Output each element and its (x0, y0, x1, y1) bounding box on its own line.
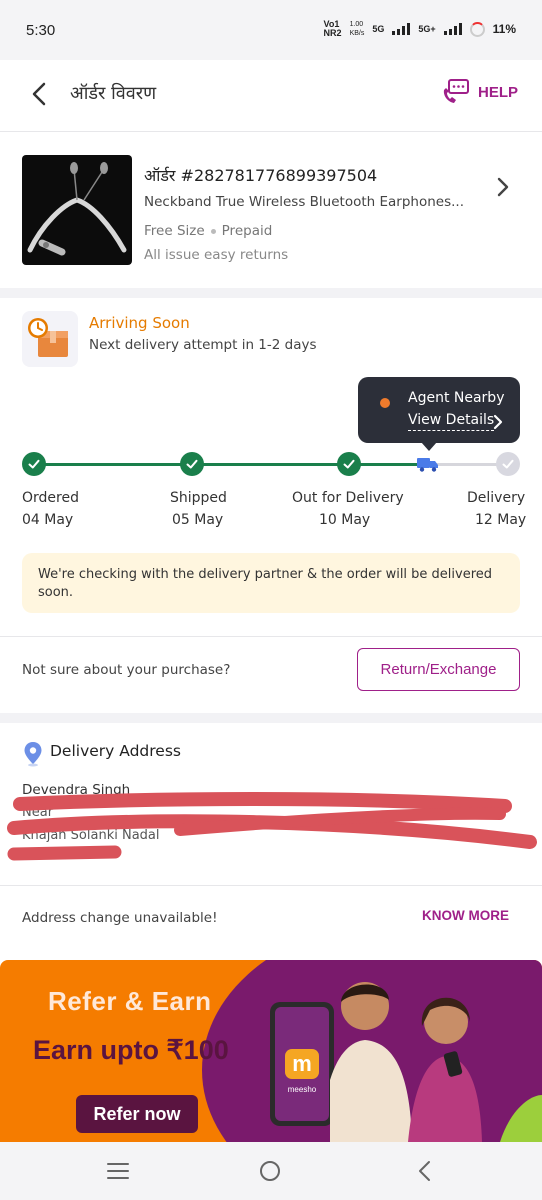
signal-icon (392, 23, 411, 35)
recent-apps-icon[interactable] (106, 1162, 130, 1180)
network-speed: 1.00 KB/s (350, 20, 365, 38)
step-delivery-pending-icon (496, 452, 520, 476)
step-date-ordered: 04 May (22, 512, 74, 528)
step-label-ordered: Ordered (22, 490, 79, 506)
step-date-shipped: 05 May (172, 512, 224, 528)
divider (0, 885, 542, 886)
step-label-delivery: Delivery (467, 490, 526, 506)
return-policy: All issue easy returns (144, 247, 289, 263)
back-icon[interactable] (416, 1160, 432, 1182)
truck-icon (417, 458, 438, 472)
redaction-scribble (7, 792, 537, 861)
delivery-status: Arriving Soon (89, 314, 190, 332)
app-header: ऑर्डर विवरण HELP (0, 60, 542, 132)
package-clock-icon (22, 311, 78, 367)
product-meta: Free Size Prepaid (144, 223, 272, 239)
step-date-delivery: 12 May (475, 512, 527, 528)
section-separator (0, 288, 542, 298)
page-title: ऑर्डर विवरण (70, 83, 157, 104)
delivery-notice: We're checking with the delivery partner… (22, 553, 520, 613)
order-product-card[interactable]: ऑर्डर #282781776899397504 Neckband True … (0, 133, 542, 288)
status-dot-icon (380, 398, 390, 408)
people-illustration (330, 982, 542, 1142)
phone-illustration: m meesho (270, 1002, 334, 1126)
step-date-out-for-delivery: 10 May (319, 512, 371, 528)
step-label-out-for-delivery: Out for Delivery (292, 490, 404, 506)
address-change-note: Address change unavailable! (22, 910, 218, 926)
location-pin-icon (24, 742, 42, 767)
carrier-info: Vo1 NR2 (324, 20, 342, 38)
signal-icon (443, 23, 462, 35)
network-type-2: 5G+ (418, 24, 436, 34)
view-details-link[interactable]: View Details (408, 412, 495, 431)
progress-track-complete (34, 463, 429, 466)
meesho-logo-icon: m (285, 1049, 319, 1079)
speed-value: 1.00 (349, 21, 364, 28)
payment-type: Prepaid (221, 223, 273, 239)
banner-subtitle: Earn upto ₹100 (33, 1035, 229, 1065)
refer-earn-banner[interactable]: Refer & Earn Earn upto ₹100 Refer now m … (0, 960, 542, 1142)
status-time: 5:30 (26, 22, 56, 39)
carrier-bottom: NR2 (323, 28, 342, 38)
step-ordered-check-icon (22, 452, 46, 476)
status-bar: 5:30 Vo1 NR2 1.00 KB/s 5G 5G+ 11% (0, 0, 542, 60)
product-size: Free Size (144, 223, 205, 239)
product-name: Neckband True Wireless Bluetooth Earphon… (144, 194, 464, 210)
section-separator (0, 713, 542, 723)
step-shipped-check-icon (180, 452, 204, 476)
agent-nearby-tooltip[interactable]: Agent Nearby View Details (358, 377, 520, 443)
step-out-for-delivery-check-icon (337, 452, 361, 476)
separator-dot (210, 228, 216, 234)
network-type-1: 5G (372, 24, 385, 34)
divider (0, 636, 542, 637)
brand-name: meesho (287, 1085, 317, 1094)
know-more-link[interactable]: KNOW MORE (422, 908, 509, 923)
support-chat-icon (443, 79, 469, 103)
refer-now-button[interactable]: Refer now (76, 1095, 198, 1133)
battery-icon (469, 21, 485, 37)
delivery-address-title: Delivery Address (50, 742, 181, 760)
speed-unit: KB/s (349, 30, 365, 37)
help-label: HELP (477, 83, 518, 101)
system-nav-bar (0, 1142, 542, 1200)
purchase-question: Not sure about your purchase? (22, 662, 231, 678)
delivery-subtext: Next delivery attempt in 1-2 days (89, 337, 317, 353)
tooltip-title: Agent Nearby (408, 390, 505, 406)
order-id: ऑर्डर #282781776899397504 (144, 166, 378, 185)
product-image (22, 155, 132, 265)
home-icon[interactable] (259, 1160, 281, 1182)
status-icons: Vo1 NR2 1.00 KB/s 5G 5G+ 11% (324, 20, 516, 38)
banner-title: Refer & Earn (48, 986, 212, 1016)
return-exchange-button[interactable]: Return/Exchange (357, 648, 520, 691)
back-arrow-icon[interactable] (26, 80, 54, 108)
chevron-right-icon[interactable] (494, 175, 512, 199)
step-label-shipped: Shipped (170, 490, 227, 506)
help-button[interactable]: HELP (440, 78, 518, 106)
battery-level: 11% (492, 22, 516, 36)
tooltip-pointer (421, 442, 437, 451)
chevron-right-icon (493, 414, 503, 430)
